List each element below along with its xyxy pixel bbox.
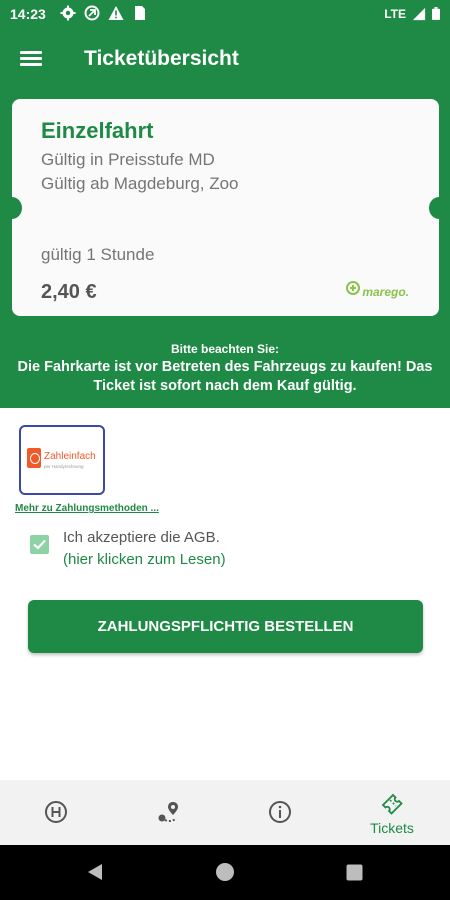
bottom-navigation: Tickets	[0, 780, 450, 845]
brand-name: marego.	[362, 285, 409, 299]
zahleinfach-logo-icon	[27, 448, 41, 468]
checkmark-icon	[33, 539, 46, 550]
system-navigation-bar	[0, 845, 450, 900]
order-button[interactable]: ZAHLUNGSPFLICHTIG BESTELLEN	[28, 600, 423, 653]
menu-icon[interactable]	[18, 48, 48, 74]
notice-body: Die Fahrkarte ist vor Betreten des Fahrz…	[17, 359, 433, 394]
status-icons-right: LTE	[384, 6, 440, 21]
ticket-card: Einzelfahrt Gültig in Preisstufe MD Gült…	[2, 99, 449, 316]
ticket-notch-right	[429, 197, 449, 219]
nav-label-tickets: Tickets	[370, 820, 414, 836]
brand-plus-icon	[346, 281, 361, 295]
home-icon[interactable]	[214, 861, 236, 883]
recents-icon[interactable]	[346, 864, 363, 881]
notice-heading: Bitte beachten Sie:	[170, 342, 280, 356]
settings-icon	[60, 5, 76, 21]
ticket-zone: Gültig in Preisstufe MD	[41, 150, 215, 169]
signal-icon	[412, 7, 426, 20]
ticket-name: Einzelfahrt	[41, 118, 154, 143]
ticket-origin: Gültig ab Magdeburg, Zoo	[41, 174, 239, 193]
brand-logo: marego.	[346, 281, 409, 299]
ticket-validity: gültig 1 Stunde	[41, 245, 155, 264]
nav-item-info[interactable]	[224, 780, 336, 845]
ticket-notch-left	[2, 197, 22, 219]
ticket-icon	[381, 793, 403, 815]
vpn-icon	[84, 5, 100, 21]
info-icon	[269, 801, 291, 823]
agb-read-link[interactable]: (hier klicken zum Lesen)	[63, 551, 226, 568]
status-icons-left	[60, 5, 148, 21]
status-bar: 14:23 LTE	[0, 0, 450, 30]
network-type: LTE	[384, 6, 406, 21]
payment-method-zahleinfach[interactable]: Zahleinfach per Handyrechnung	[19, 425, 105, 495]
status-time: 14:23	[10, 6, 46, 22]
warning-icon	[108, 6, 124, 20]
agb-checkbox[interactable]	[30, 535, 49, 554]
more-payment-methods-link[interactable]: Mehr zu Zahlungsmethoden ...	[15, 503, 159, 514]
ticket-price: 2,40 €	[41, 281, 97, 303]
route-icon	[158, 802, 178, 823]
app-bar: Ticketübersicht	[0, 30, 450, 92]
nav-item-tickets[interactable]: Tickets	[336, 780, 448, 845]
payment-method-title: Zahleinfach	[44, 451, 96, 462]
agb-label: Ich akzeptiere die AGB.	[63, 529, 220, 546]
stop-icon	[45, 801, 67, 823]
payment-method-subtitle: per Handyrechnung	[44, 464, 84, 469]
sim-icon	[135, 6, 145, 20]
nav-item-stops[interactable]	[0, 780, 112, 845]
back-icon[interactable]	[86, 862, 104, 882]
battery-icon	[432, 7, 440, 20]
page-title: Ticketübersicht	[84, 47, 239, 70]
nav-item-route[interactable]	[112, 780, 224, 845]
